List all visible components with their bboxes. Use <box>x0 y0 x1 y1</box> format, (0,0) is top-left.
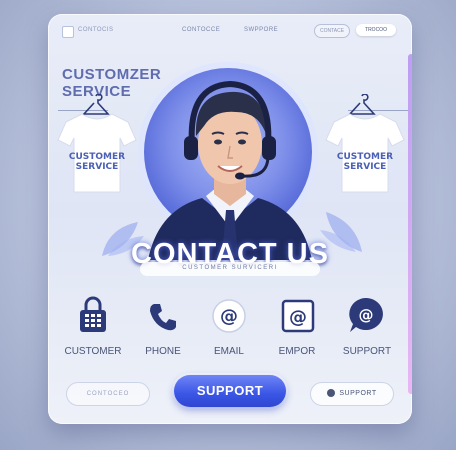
at-sign-square-icon[interactable]: @ <box>280 298 316 334</box>
support-secondary-button[interactable]: SUPPORT <box>310 382 394 406</box>
icon-label-support: SUPPORT <box>342 346 392 357</box>
phone-icon[interactable] <box>148 302 178 332</box>
nav-link-support[interactable]: SWPPORE <box>244 27 278 33</box>
chat-bubble-icon[interactable]: @ <box>347 296 385 336</box>
at-sign-icon[interactable]: @ <box>211 298 247 334</box>
icon-label-phone: PHONE <box>145 346 181 357</box>
shirt-right-text: CUSTOMER SERVICE <box>336 152 394 172</box>
lock-keypad-icon[interactable] <box>77 296 109 334</box>
contact-button[interactable]: CONTOCEO <box>66 382 150 406</box>
support-agent-avatar <box>148 80 312 260</box>
support-secondary-label: SUPPORT <box>339 390 377 397</box>
chat-dot-icon <box>327 389 336 398</box>
logo-icon[interactable] <box>62 26 74 38</box>
nav-login-button[interactable]: TROCOO <box>356 24 396 36</box>
svg-text:@: @ <box>359 306 374 324</box>
top-nav: CONTOCIS CONTOCCE SWPPORE CONTACE TROCOO <box>48 14 412 48</box>
contact-card: CONTOCIS CONTOCCE SWPPORE CONTACE TROCOO… <box>48 14 412 424</box>
svg-text:@: @ <box>289 307 307 328</box>
svg-text:@: @ <box>220 306 238 327</box>
icon-label-customer: CUSTOMER <box>64 346 122 357</box>
nav-brand[interactable]: CONTOCIS <box>78 27 114 33</box>
hero-banner: CUSTOMZER SERVICE CUSTOMER SERVICE CUSTO… <box>48 48 412 274</box>
nav-contact-button[interactable]: CONTACE <box>314 24 350 38</box>
nav-link-contact[interactable]: CONTOCCE <box>182 27 220 33</box>
hero-subtitle: CUSTOMER SURVICERI <box>182 265 278 271</box>
support-button[interactable]: SUPPORT <box>174 375 286 407</box>
icon-label-email: EMAIL <box>213 346 244 357</box>
icon-label-empor: EMPOR <box>278 346 316 357</box>
